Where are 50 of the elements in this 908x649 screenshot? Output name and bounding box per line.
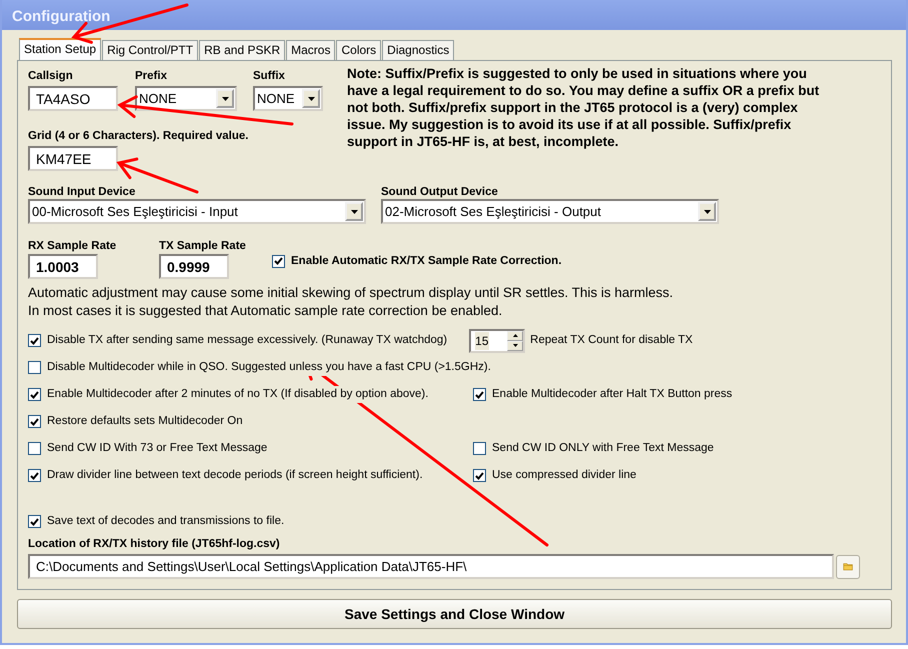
checkbox[interactable] (28, 515, 41, 528)
checkbox[interactable] (473, 469, 486, 482)
field-label: Grid (4 or 6 Characters). Required value. (28, 129, 250, 143)
tab[interactable]: RB and PSKR (199, 40, 286, 60)
checkbox[interactable] (28, 334, 41, 347)
checkbox[interactable] (28, 415, 41, 428)
caret-icon (308, 96, 314, 100)
tab[interactable]: Station Setup (19, 38, 102, 61)
checkbox[interactable] (28, 442, 41, 455)
field-label: Sound Output Device (381, 185, 499, 199)
checkbox-label: Disable Multidecoder while in QSO. Suggested unless you have a fast CPU (>1.5GHz). (47, 358, 491, 376)
caret-icon (350, 210, 358, 214)
field-label: Prefix (135, 69, 168, 83)
caret-icon (222, 96, 228, 100)
field-label: Callsign (28, 69, 74, 83)
field-label: Suffix (253, 69, 286, 83)
dropdown[interactable]: NONE (253, 86, 323, 111)
number-spinner[interactable]: 15 (469, 328, 526, 352)
checkbox[interactable] (272, 254, 285, 268)
path-field[interactable]: C:\Documents and Settings\User\Local Settings\Application Data\JT65-HF\ (28, 554, 834, 579)
checkbox[interactable] (473, 442, 486, 455)
up-arrow-icon (512, 334, 518, 337)
dropdown[interactable]: 02-Microsoft Ses Eşleştiricisi - Output (381, 199, 719, 224)
checkbox[interactable] (473, 388, 486, 401)
text-field[interactable]: 0.9999 (159, 254, 229, 279)
field-label: Location of RX/TX history file (JT65hf-log.csv) (28, 537, 281, 551)
checkbox[interactable] (28, 361, 41, 374)
tab[interactable]: Macros (286, 40, 336, 60)
down-arrow-icon (512, 344, 518, 347)
tab[interactable]: Rig Control/PTT (102, 40, 198, 60)
field-label: RX Sample Rate (28, 239, 118, 253)
text-field[interactable]: TA4ASO (28, 86, 118, 111)
save-button[interactable]: Save Settings and Close Window (17, 599, 892, 629)
tab[interactable]: Diagnostics (382, 40, 454, 60)
dropdown[interactable]: 00-Microsoft Ses Eşleştiricisi - Input (28, 199, 366, 224)
dropdown[interactable]: NONE (135, 86, 237, 111)
checkbox[interactable] (28, 388, 41, 401)
note-text: Note: Suffix/Prefix is suggested to only be used in situations where you have a legal requirement to do so. You may define a suffix OR a prefix but not both. Suffix/prefix support in the JT65 protocol is a (very) complex issue. My suggestion is to avoid its use if at all possible. Suffix/prefix support in JT65-HF is, at best, incomplete. (347, 65, 820, 151)
checkbox[interactable] (28, 469, 41, 482)
field-label: TX Sample Rate (159, 239, 247, 253)
checkbox-label: Enable Multidecoder after 2 minutes of no TX (If disabled by option above). (47, 386, 428, 404)
field-label: Sound Input Device (28, 185, 136, 199)
info-text: Automatic adjustment may cause some initial skewing of spectrum display until SR settles. This is harmless. (28, 284, 674, 302)
checkbox-label: Enable Automatic RX/TX Sample Rate Correction. (291, 254, 562, 269)
caret-icon (704, 210, 710, 214)
text-field[interactable]: 1.0003 (28, 254, 98, 279)
tab[interactable]: Colors (336, 40, 382, 60)
info-text: In most cases it is suggested that Automatic sample rate correction be enabled. (28, 302, 504, 320)
text-field[interactable]: KM47EE (28, 146, 118, 171)
window-title: Configuration (2, 0, 906, 30)
